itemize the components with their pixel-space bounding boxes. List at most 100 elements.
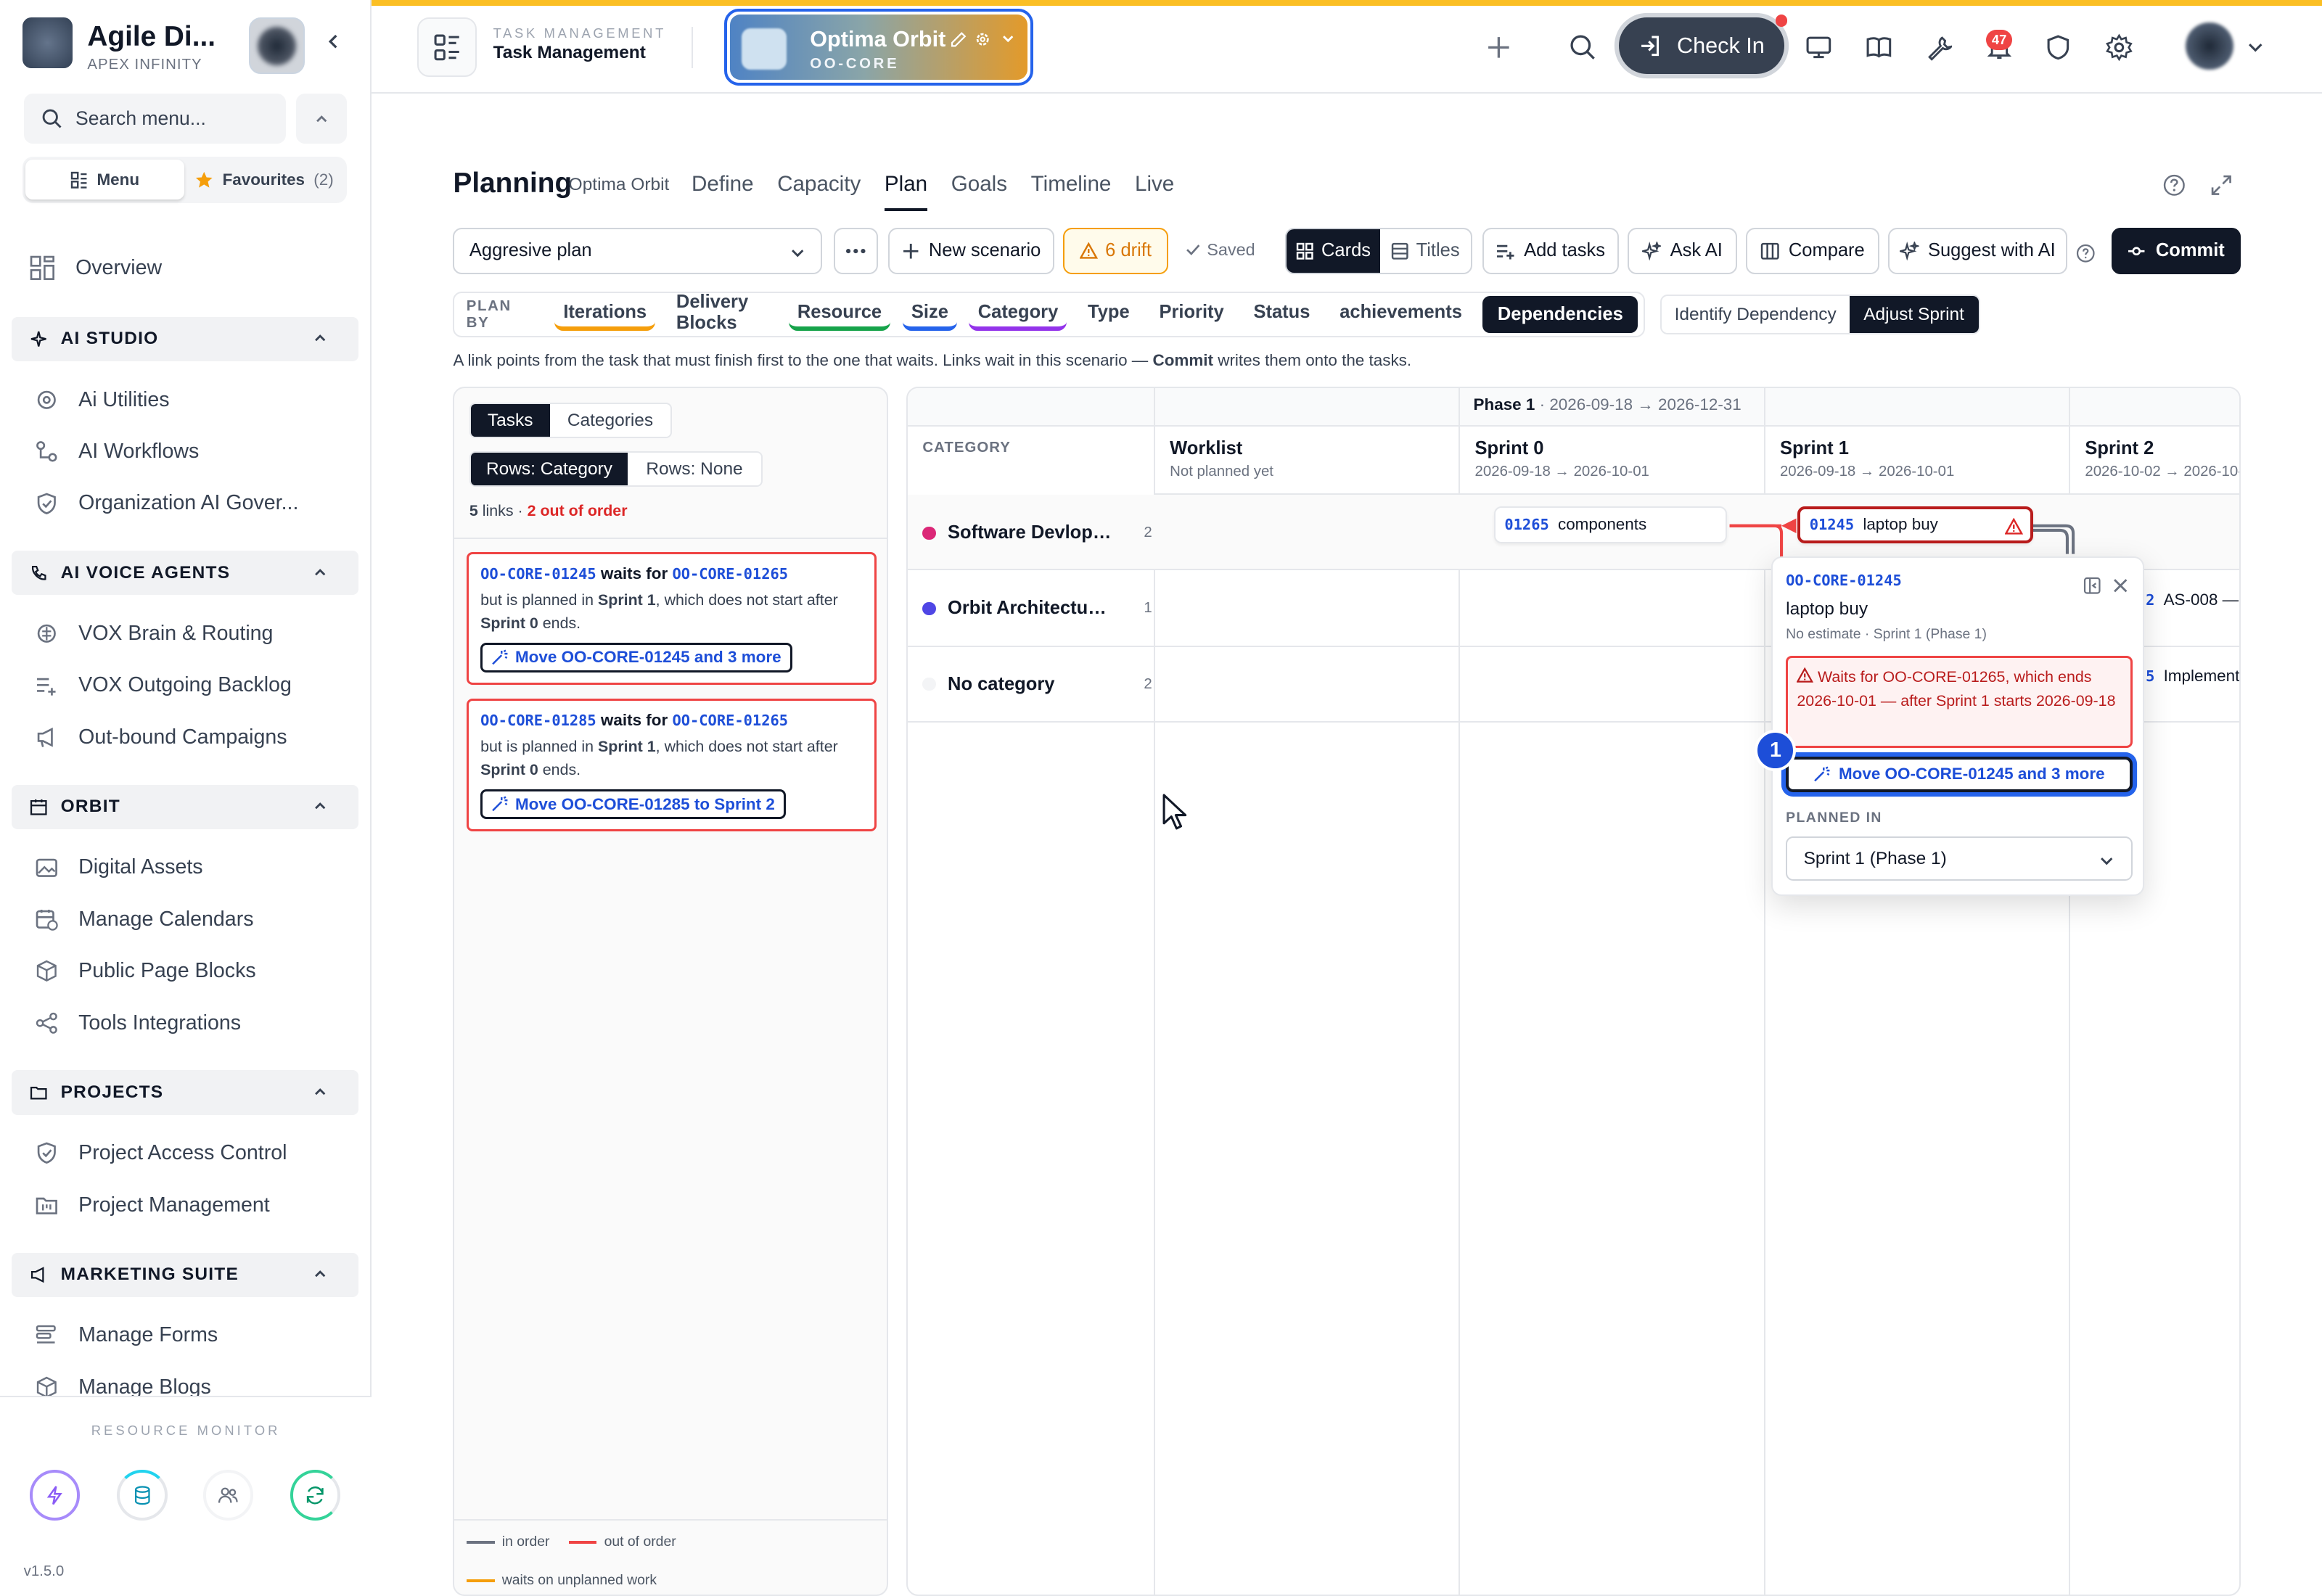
chevron-down-icon[interactable] (2233, 25, 2278, 70)
move-task-button[interactable]: Move OO-CORE-01245 and 3 more (1786, 756, 2133, 792)
sidebar-item-manage-forms[interactable]: Manage Forms (36, 1317, 218, 1353)
app-switcher-button[interactable] (417, 17, 477, 78)
tab-plan[interactable]: Plan (884, 172, 928, 211)
dependency-code[interactable]: OO-CORE-01265 (672, 565, 788, 583)
task-card[interactable]: 01265 components (1494, 506, 1727, 543)
rows-none-button[interactable]: Rows: None (628, 453, 761, 485)
plan-by-dependencies[interactable]: Dependencies (1482, 296, 1638, 334)
user-avatar[interactable] (2186, 22, 2233, 70)
plan-by-resource[interactable]: Resource (788, 298, 891, 332)
open-panel-icon[interactable] (2083, 573, 2101, 601)
gear-icon[interactable] (975, 31, 990, 52)
section-title: PROJECTS (60, 1082, 164, 1103)
search-icon[interactable] (1561, 25, 1605, 70)
section-projects[interactable]: PROJECTS (12, 1070, 358, 1115)
plan-by-size[interactable]: Size (902, 298, 958, 332)
shield-icon[interactable] (2036, 25, 2080, 70)
section-orbit[interactable]: ORBIT (12, 784, 358, 829)
edit-icon[interactable] (951, 31, 967, 52)
check-in-button[interactable]: Check In (1618, 17, 1785, 75)
tab-define[interactable]: Define (692, 172, 754, 211)
suggest-with-ai-button[interactable]: Suggest with AI (1888, 228, 2067, 274)
close-icon[interactable] (2112, 573, 2129, 601)
section-ai-studio[interactable]: AI STUDIO (12, 316, 358, 361)
sidebar-item-tools-integrations[interactable]: Tools Integrations (36, 1005, 241, 1041)
tab-goals[interactable]: Goals (951, 172, 1007, 211)
tab-menu[interactable]: Menu (25, 160, 185, 200)
sidebar-item-ai-workflows[interactable]: AI Workflows (36, 434, 199, 469)
tab-favourites[interactable]: Favourites (2) (184, 160, 343, 200)
fix-move-button[interactable]: Move OO-CORE-01285 to Sprint 2 (480, 789, 787, 819)
sidebar-item-overview[interactable]: Overview (30, 250, 162, 286)
sidebar-item-ai-utilities[interactable]: Ai Utilities (36, 382, 170, 418)
sidebar-item-organization-ai-governance[interactable]: Organization AI Gover... (36, 485, 298, 521)
project-switcher[interactable]: Optima Orbit OO-CORE (723, 9, 1034, 86)
chevron-down-icon[interactable] (1001, 31, 1015, 50)
tab-timeline[interactable]: Timeline (1031, 172, 1112, 211)
sidebar-item-project-access-control[interactable]: Project Access Control (36, 1135, 287, 1171)
identify-dependency-button[interactable]: Identify Dependency (1662, 296, 1850, 333)
sidebar-item-public-page-blocks[interactable]: Public Page Blocks (36, 953, 256, 989)
plan-by-delivery-blocks[interactable]: Delivery Blocks (668, 292, 777, 333)
dependency-code[interactable]: OO-CORE-01265 (672, 712, 788, 729)
view-titles-button[interactable]: Titles (1380, 229, 1471, 272)
add-icon[interactable] (1477, 25, 1521, 70)
view-cards-button[interactable]: Cards (1287, 229, 1380, 273)
task-code[interactable]: OO-CORE-01285 (480, 712, 596, 729)
org-switcher[interactable]: Agile Di... APEX INFINITY (22, 17, 305, 75)
add-tasks-button[interactable]: Add tasks (1482, 228, 1619, 274)
new-scenario-button[interactable]: New scenario (888, 228, 1055, 274)
users-monitor[interactable] (202, 1470, 253, 1521)
search-menu-input[interactable]: Search menu... (23, 93, 286, 144)
tab-tasks[interactable]: Tasks (470, 404, 550, 437)
chevron-up-icon (314, 802, 325, 810)
plan-by-category[interactable]: Category (969, 298, 1067, 332)
planned-in-select[interactable]: Sprint 1 (Phase 1) (1786, 836, 2133, 881)
plan-by-iterations[interactable]: Iterations (554, 298, 656, 332)
scenario-select[interactable]: Aggresive plan (453, 228, 822, 274)
gear-icon[interactable] (2097, 25, 2141, 70)
sidebar-item-project-management[interactable]: Project Management (36, 1188, 270, 1223)
rows-category-button[interactable]: Rows: Category (470, 453, 628, 486)
tab-categories[interactable]: Categories (550, 404, 671, 437)
sidebar-item-manage-calendars[interactable]: Manage Calendars (36, 902, 254, 937)
search-collapse-button[interactable] (296, 93, 347, 144)
plan-by-type[interactable]: Type (1079, 298, 1139, 331)
ask-ai-button[interactable]: Ask AI (1627, 228, 1737, 274)
dependency-link[interactable] (2032, 528, 2069, 554)
tab-live[interactable]: Live (1135, 172, 1174, 211)
cpu-monitor[interactable] (29, 1470, 81, 1521)
help-icon[interactable] (2076, 242, 2096, 269)
tab-capacity[interactable]: Capacity (777, 172, 861, 211)
sidebar-item-digital-assets[interactable]: Digital Assets (36, 850, 203, 885)
compare-button[interactable]: Compare (1746, 228, 1879, 274)
book-open-icon[interactable] (1857, 25, 1901, 70)
section-ai-voice-agents[interactable]: AI VOICE AGENTS (12, 551, 358, 596)
database-monitor[interactable] (117, 1470, 168, 1521)
plan-by-priority[interactable]: Priority (1150, 298, 1233, 331)
commit-button[interactable]: Commit (2112, 228, 2241, 274)
sidebar-item-outbound-campaigns[interactable]: Out-bound Campaigns (36, 720, 287, 755)
notification-count: 47 (1985, 29, 2013, 51)
drift-button[interactable]: 6 drift (1063, 228, 1169, 274)
workspace-avatar[interactable] (248, 17, 305, 75)
help-icon[interactable] (2162, 173, 2186, 203)
sidebar-item-vox-brain-routing[interactable]: VOX Brain & Routing (36, 616, 273, 651)
adjust-sprint-button[interactable]: Adjust Sprint (1849, 296, 1979, 334)
wrench-icon[interactable] (1916, 25, 1961, 70)
task-card-out-of-order[interactable]: 01245 laptop buy (1797, 506, 2033, 543)
plan-by-achievements[interactable]: achievements (1331, 298, 1471, 331)
task-card[interactable]: 2 AS-008 — (2136, 581, 2239, 619)
expand-icon[interactable] (2210, 173, 2233, 203)
monitor-icon[interactable] (1796, 25, 1840, 70)
fix-move-button[interactable]: Move OO-CORE-01245 and 3 more (480, 643, 792, 672)
plan-by-status[interactable]: Status (1244, 298, 1318, 331)
popover-task-code[interactable]: OO-CORE-01245 (1786, 572, 1902, 589)
more-options-button[interactable] (833, 228, 879, 274)
task-card[interactable]: 5 Implement (2136, 657, 2239, 695)
section-marketing-suite[interactable]: MARKETING SUITE (12, 1252, 358, 1297)
sidebar-item-vox-outgoing-backlog[interactable]: VOX Outgoing Backlog (36, 667, 292, 703)
collapse-sidebar-icon[interactable] (324, 33, 342, 57)
task-code[interactable]: OO-CORE-01245 (480, 565, 596, 583)
sync-monitor[interactable] (290, 1470, 341, 1521)
